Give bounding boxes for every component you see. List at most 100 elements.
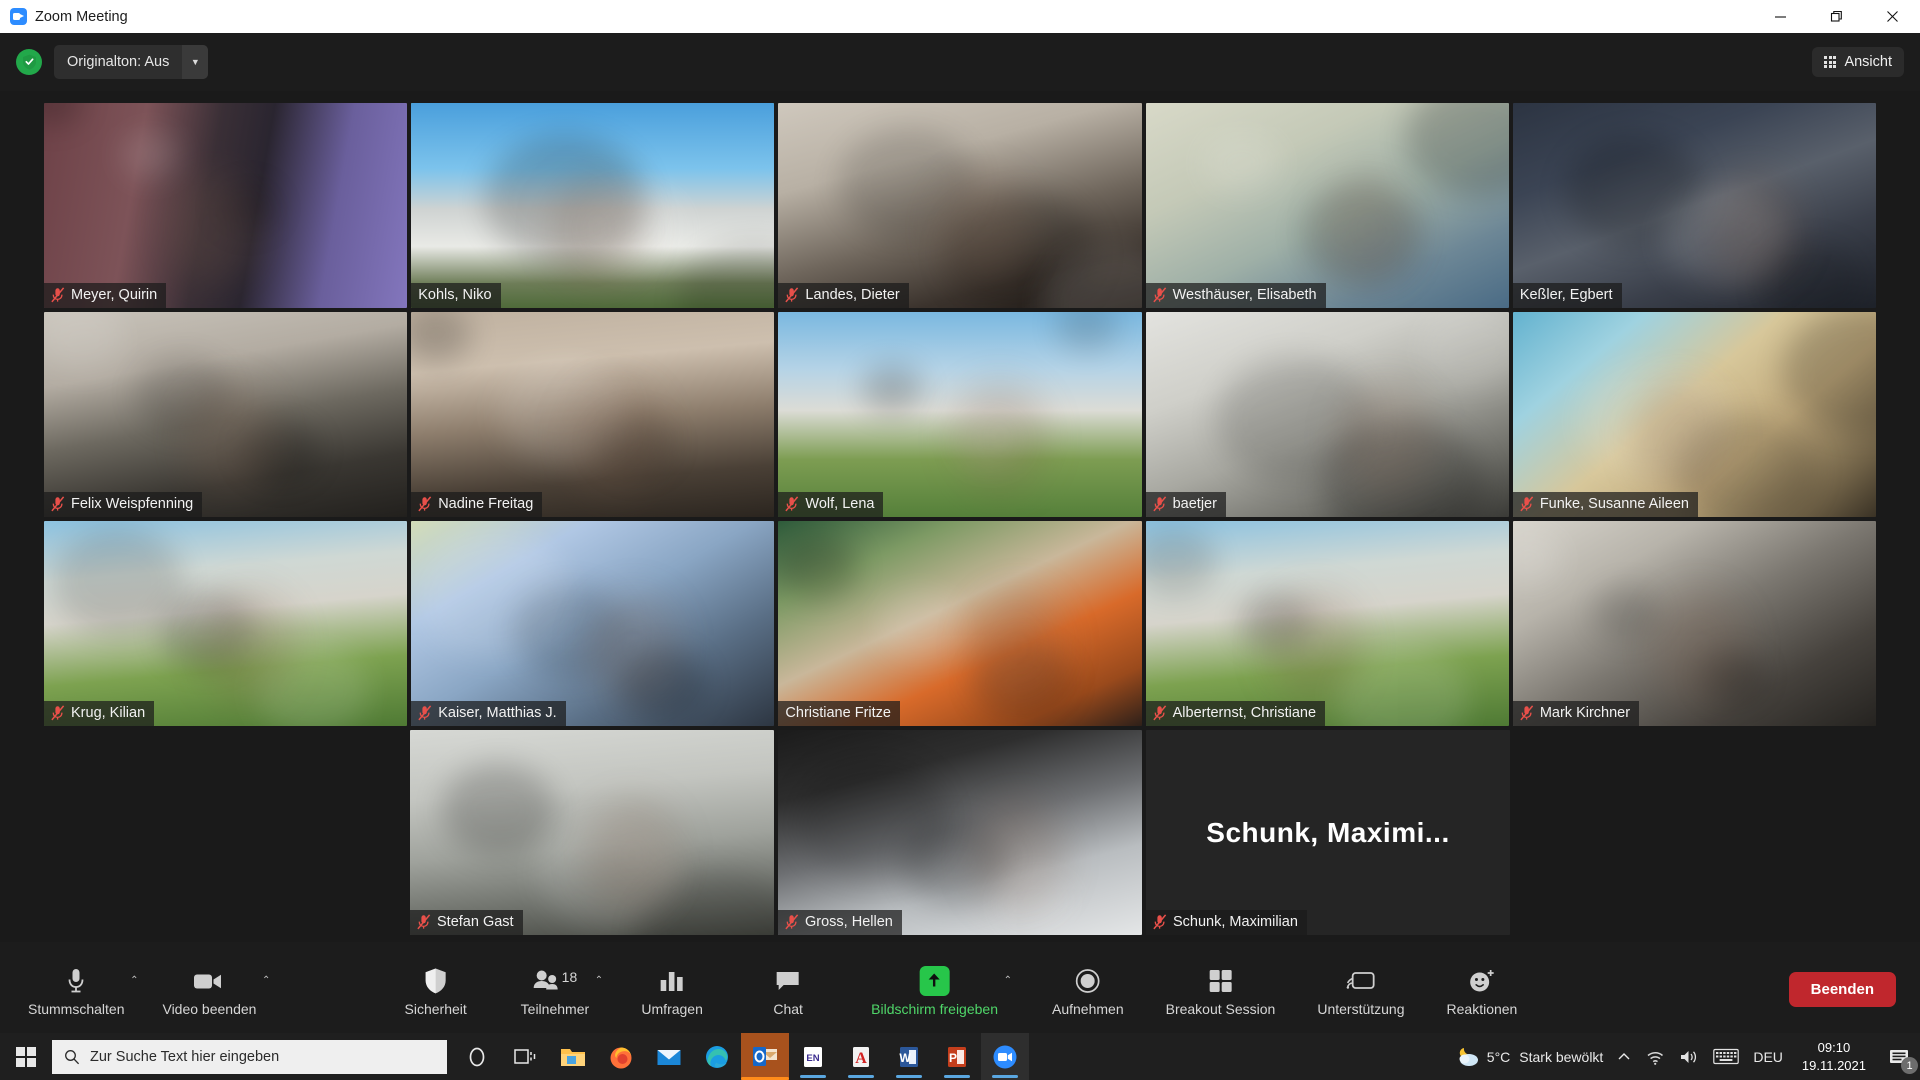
touch-keyboard-icon[interactable] (1706, 1033, 1746, 1080)
participant-name: Christiane Fritze (785, 705, 891, 721)
stop-video-button[interactable]: Video beenden ⌃ (152, 959, 270, 1021)
record-label: Aufnehmen (1051, 1000, 1124, 1017)
svg-text:EN: EN (806, 1053, 819, 1064)
video-texture (584, 800, 680, 912)
record-button[interactable]: Aufnehmen (1042, 959, 1134, 1021)
share-screen-button[interactable]: Bildschirm freigeben ⌃ (861, 959, 1012, 1021)
video-texture (1512, 533, 1562, 586)
share-screen-icon (919, 965, 950, 997)
view-button[interactable]: Ansicht (1812, 47, 1904, 77)
participant-tile[interactable]: Westhäuser, Elisabeth (1145, 103, 1509, 308)
video-options-chevron-icon[interactable]: ⌃ (262, 975, 270, 986)
security-button[interactable]: Sicherheit (393, 959, 479, 1021)
participant-video (411, 312, 775, 517)
cortana-icon[interactable] (453, 1033, 501, 1080)
video-texture (549, 173, 646, 285)
zoom-icon[interactable] (981, 1033, 1029, 1080)
participant-tile[interactable]: Krug, Kilian (44, 521, 408, 726)
participant-tile[interactable]: Kaiser, Matthias J. (411, 521, 775, 726)
participant-tile[interactable]: Stefan Gast (410, 730, 774, 935)
video-gallery: Meyer, Quirin Kohls, Niko Landes, Dieter We… (0, 91, 1920, 942)
mute-options-chevron-icon[interactable]: ⌃ (130, 975, 138, 986)
weather-widget[interactable]: 5°C Stark bewölkt (1448, 1033, 1611, 1080)
endnote-icon[interactable]: EN (789, 1033, 837, 1080)
word-icon[interactable]: W (885, 1033, 933, 1080)
chat-label: Chat (773, 1000, 803, 1017)
participant-tile[interactable]: Keßler, Egbert (1512, 103, 1877, 308)
polls-button[interactable]: Umfragen (629, 959, 715, 1021)
firefox-icon[interactable] (597, 1033, 645, 1080)
word-running-indicator (896, 1075, 922, 1078)
reactions-button[interactable]: Reaktionen (1437, 959, 1528, 1021)
participant-video (44, 103, 408, 308)
video-texture (411, 312, 472, 363)
muted-microphone-icon (1152, 496, 1166, 512)
breakout-session-button[interactable]: Breakout Session (1156, 959, 1286, 1021)
participant-video (411, 103, 775, 308)
share-options-chevron-icon[interactable]: ⌃ (1004, 975, 1012, 986)
participant-name: Schunk, Maximilian (1173, 914, 1298, 930)
powerpoint-icon[interactable]: P (933, 1033, 981, 1080)
volume-icon[interactable] (1672, 1033, 1706, 1080)
participant-name-bar: baetjer (1145, 492, 1226, 517)
participant-tile[interactable]: Meyer, Quirin (44, 103, 408, 308)
video-texture (200, 591, 296, 703)
participant-tile[interactable]: Nadine Freitag (411, 312, 775, 517)
participant-name-bar: Funke, Susanne Aileen (1512, 492, 1698, 517)
video-texture (970, 591, 1067, 703)
original-sound-button[interactable]: Originalton: Aus ▼ (54, 45, 209, 79)
language-indicator[interactable]: DEU (1746, 1033, 1790, 1080)
view-button-label: Ansicht (1844, 54, 1892, 70)
action-center-icon[interactable]: 1 (1878, 1033, 1920, 1080)
muted-microphone-icon (417, 914, 431, 930)
participant-name: Nadine Freitag (438, 496, 534, 512)
end-meeting-button[interactable]: Beenden (1788, 972, 1896, 1007)
participant-tile[interactable]: Mark Kirchner (1512, 521, 1877, 726)
chat-button[interactable]: Chat (745, 959, 831, 1021)
shield-check-icon[interactable] (16, 49, 42, 75)
share-screen-label: Bildschirm freigeben (871, 1000, 998, 1017)
video-texture (52, 528, 184, 634)
support-button[interactable]: Unterstützung (1307, 959, 1414, 1021)
restore-button[interactable] (1808, 0, 1864, 33)
notification-count-badge: 1 (1901, 1057, 1918, 1074)
taskbar-search-box[interactable]: Zur Suche Text hier eingeben (52, 1039, 447, 1074)
video-texture (1781, 312, 1877, 433)
outlook-icon[interactable] (741, 1033, 789, 1080)
weather-condition: Stark bewölkt (1519, 1048, 1604, 1065)
start-button[interactable] (0, 1033, 52, 1080)
file-explorer-icon[interactable] (549, 1033, 597, 1080)
task-view-icon[interactable] (501, 1033, 549, 1080)
chat-bubble-icon (775, 965, 801, 997)
taskbar-clock[interactable]: 09:10 19.11.2021 (1790, 1033, 1878, 1080)
video-texture (121, 131, 181, 179)
muted-microphone-icon (51, 496, 65, 512)
participant-tile[interactable]: Funke, Susanne Aileen (1512, 312, 1877, 517)
participant-tile[interactable]: Alberternst, Christiane (1145, 521, 1509, 726)
original-sound-label: Originalton: Aus (67, 54, 170, 70)
participant-tile[interactable]: Kohls, Niko (411, 103, 775, 308)
chevron-down-icon[interactable]: ▼ (182, 45, 209, 79)
participant-tile[interactable]: Landes, Dieter (778, 103, 1142, 308)
show-hidden-icons-chevron[interactable] (1610, 1033, 1638, 1080)
participant-tile[interactable]: Wolf, Lena (778, 312, 1142, 517)
acrobat-reader-icon[interactable]: A (837, 1033, 885, 1080)
minimize-button[interactable] (1752, 0, 1808, 33)
participant-tile[interactable]: Christiane Fritze (778, 521, 1142, 726)
participant-name: Keßler, Egbert (1519, 287, 1613, 303)
edge-icon[interactable] (693, 1033, 741, 1080)
participant-tile[interactable]: Felix Weispfenning (44, 312, 408, 517)
participant-name-bar: Kohls, Niko (411, 283, 501, 308)
participant-tile[interactable]: Schunk, Maximi... Schunk, Maximilian (1146, 730, 1510, 935)
muted-microphone-icon (418, 496, 432, 512)
control-bar-center: Sicherheit 18 Teilnehmer ⌃ Umfragen Chat… (393, 959, 1528, 1021)
video-texture (934, 173, 1031, 285)
participants-chevron-icon[interactable]: ⌃ (595, 975, 603, 986)
close-button[interactable] (1864, 0, 1920, 33)
mute-button[interactable]: Stummschalten ⌃ (18, 959, 138, 1021)
participant-tile[interactable]: Gross, Hellen (778, 730, 1142, 935)
mail-icon[interactable] (645, 1033, 693, 1080)
participants-button[interactable]: 18 Teilnehmer ⌃ (511, 959, 603, 1021)
network-wifi-icon[interactable] (1638, 1033, 1672, 1080)
participant-tile[interactable]: baetjer (1145, 312, 1509, 517)
